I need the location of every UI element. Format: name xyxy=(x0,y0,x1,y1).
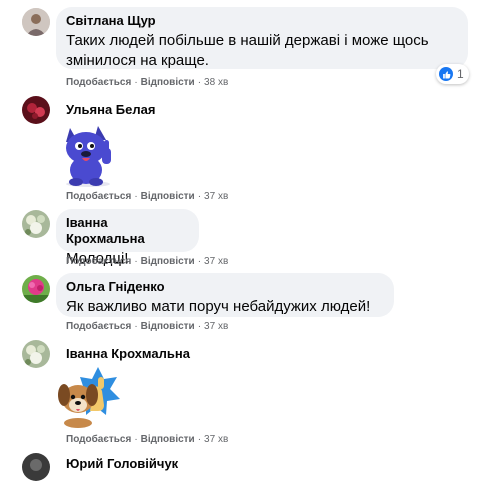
reply-link[interactable]: Відповісти xyxy=(141,434,195,445)
avatar[interactable] xyxy=(22,210,50,238)
reply-link[interactable]: Відповісти xyxy=(141,256,195,267)
comment-author[interactable]: Юрий Головійчук xyxy=(66,456,178,472)
comment-actions: Подобається · Відповісти · 37 хв xyxy=(66,434,229,445)
avatar[interactable] xyxy=(22,275,50,303)
comment-bubble: Іванна Крохмальна Молодці! xyxy=(56,209,199,267)
reaction-count: 1 xyxy=(457,67,464,81)
comment-actions: Подобається · Відповісти · 38 хв xyxy=(66,77,229,88)
like-link[interactable]: Подобається xyxy=(66,321,131,332)
like-icon xyxy=(439,67,453,81)
comment-actions: Подобається · Відповісти · 37 хв xyxy=(66,256,229,267)
like-link[interactable]: Подобається xyxy=(66,256,131,267)
timestamp[interactable]: 38 хв xyxy=(204,77,228,88)
comment-bubble: Ольга Гніденко Як важливо мати поруч неб… xyxy=(56,273,394,317)
comment-author[interactable]: Ольга Гніденко xyxy=(66,279,384,295)
comment-author[interactable]: Іванна Крохмальна xyxy=(66,215,189,247)
timestamp[interactable]: 37 хв xyxy=(204,256,228,267)
comment-author[interactable]: Іванна Крохмальна xyxy=(66,346,190,362)
blue-dog-thumbs-up-sticker xyxy=(56,120,122,188)
comment-text: змінилося на краще. xyxy=(66,52,209,69)
avatar[interactable] xyxy=(22,340,50,368)
comment-actions: Подобається · Відповісти · 37 хв xyxy=(66,191,229,202)
like-link[interactable]: Подобається xyxy=(66,191,131,202)
avatar[interactable] xyxy=(22,8,50,36)
like-link[interactable]: Подобається xyxy=(66,434,131,445)
comment-author[interactable]: Світлана Щур xyxy=(66,13,458,29)
comment-actions: Подобається · Відповісти · 37 хв xyxy=(66,321,229,332)
reply-link[interactable]: Відповісти xyxy=(141,191,195,202)
avatar[interactable] xyxy=(22,453,50,481)
timestamp[interactable]: 37 хв xyxy=(204,321,228,332)
like-link[interactable]: Подобається xyxy=(66,77,131,88)
reaction-summary[interactable]: 1 xyxy=(436,64,469,84)
comment-text: Як важливо мати поруч небайдужих людей! xyxy=(66,298,371,315)
reply-link[interactable]: Відповісти xyxy=(141,77,195,88)
timestamp[interactable]: 37 хв xyxy=(204,191,228,202)
comment-bubble: Світлана Щур Таких людей побільше в наші… xyxy=(56,7,468,69)
timestamp[interactable]: 37 хв xyxy=(204,434,228,445)
reply-link[interactable]: Відповісти xyxy=(141,321,195,332)
comment-author[interactable]: Ульяна Белая xyxy=(66,102,155,118)
avatar[interactable] xyxy=(22,96,50,124)
puppy-thumbs-up-sticker xyxy=(54,365,124,429)
comment-text: Таких людей побільше в нашій державі і м… xyxy=(66,32,429,49)
